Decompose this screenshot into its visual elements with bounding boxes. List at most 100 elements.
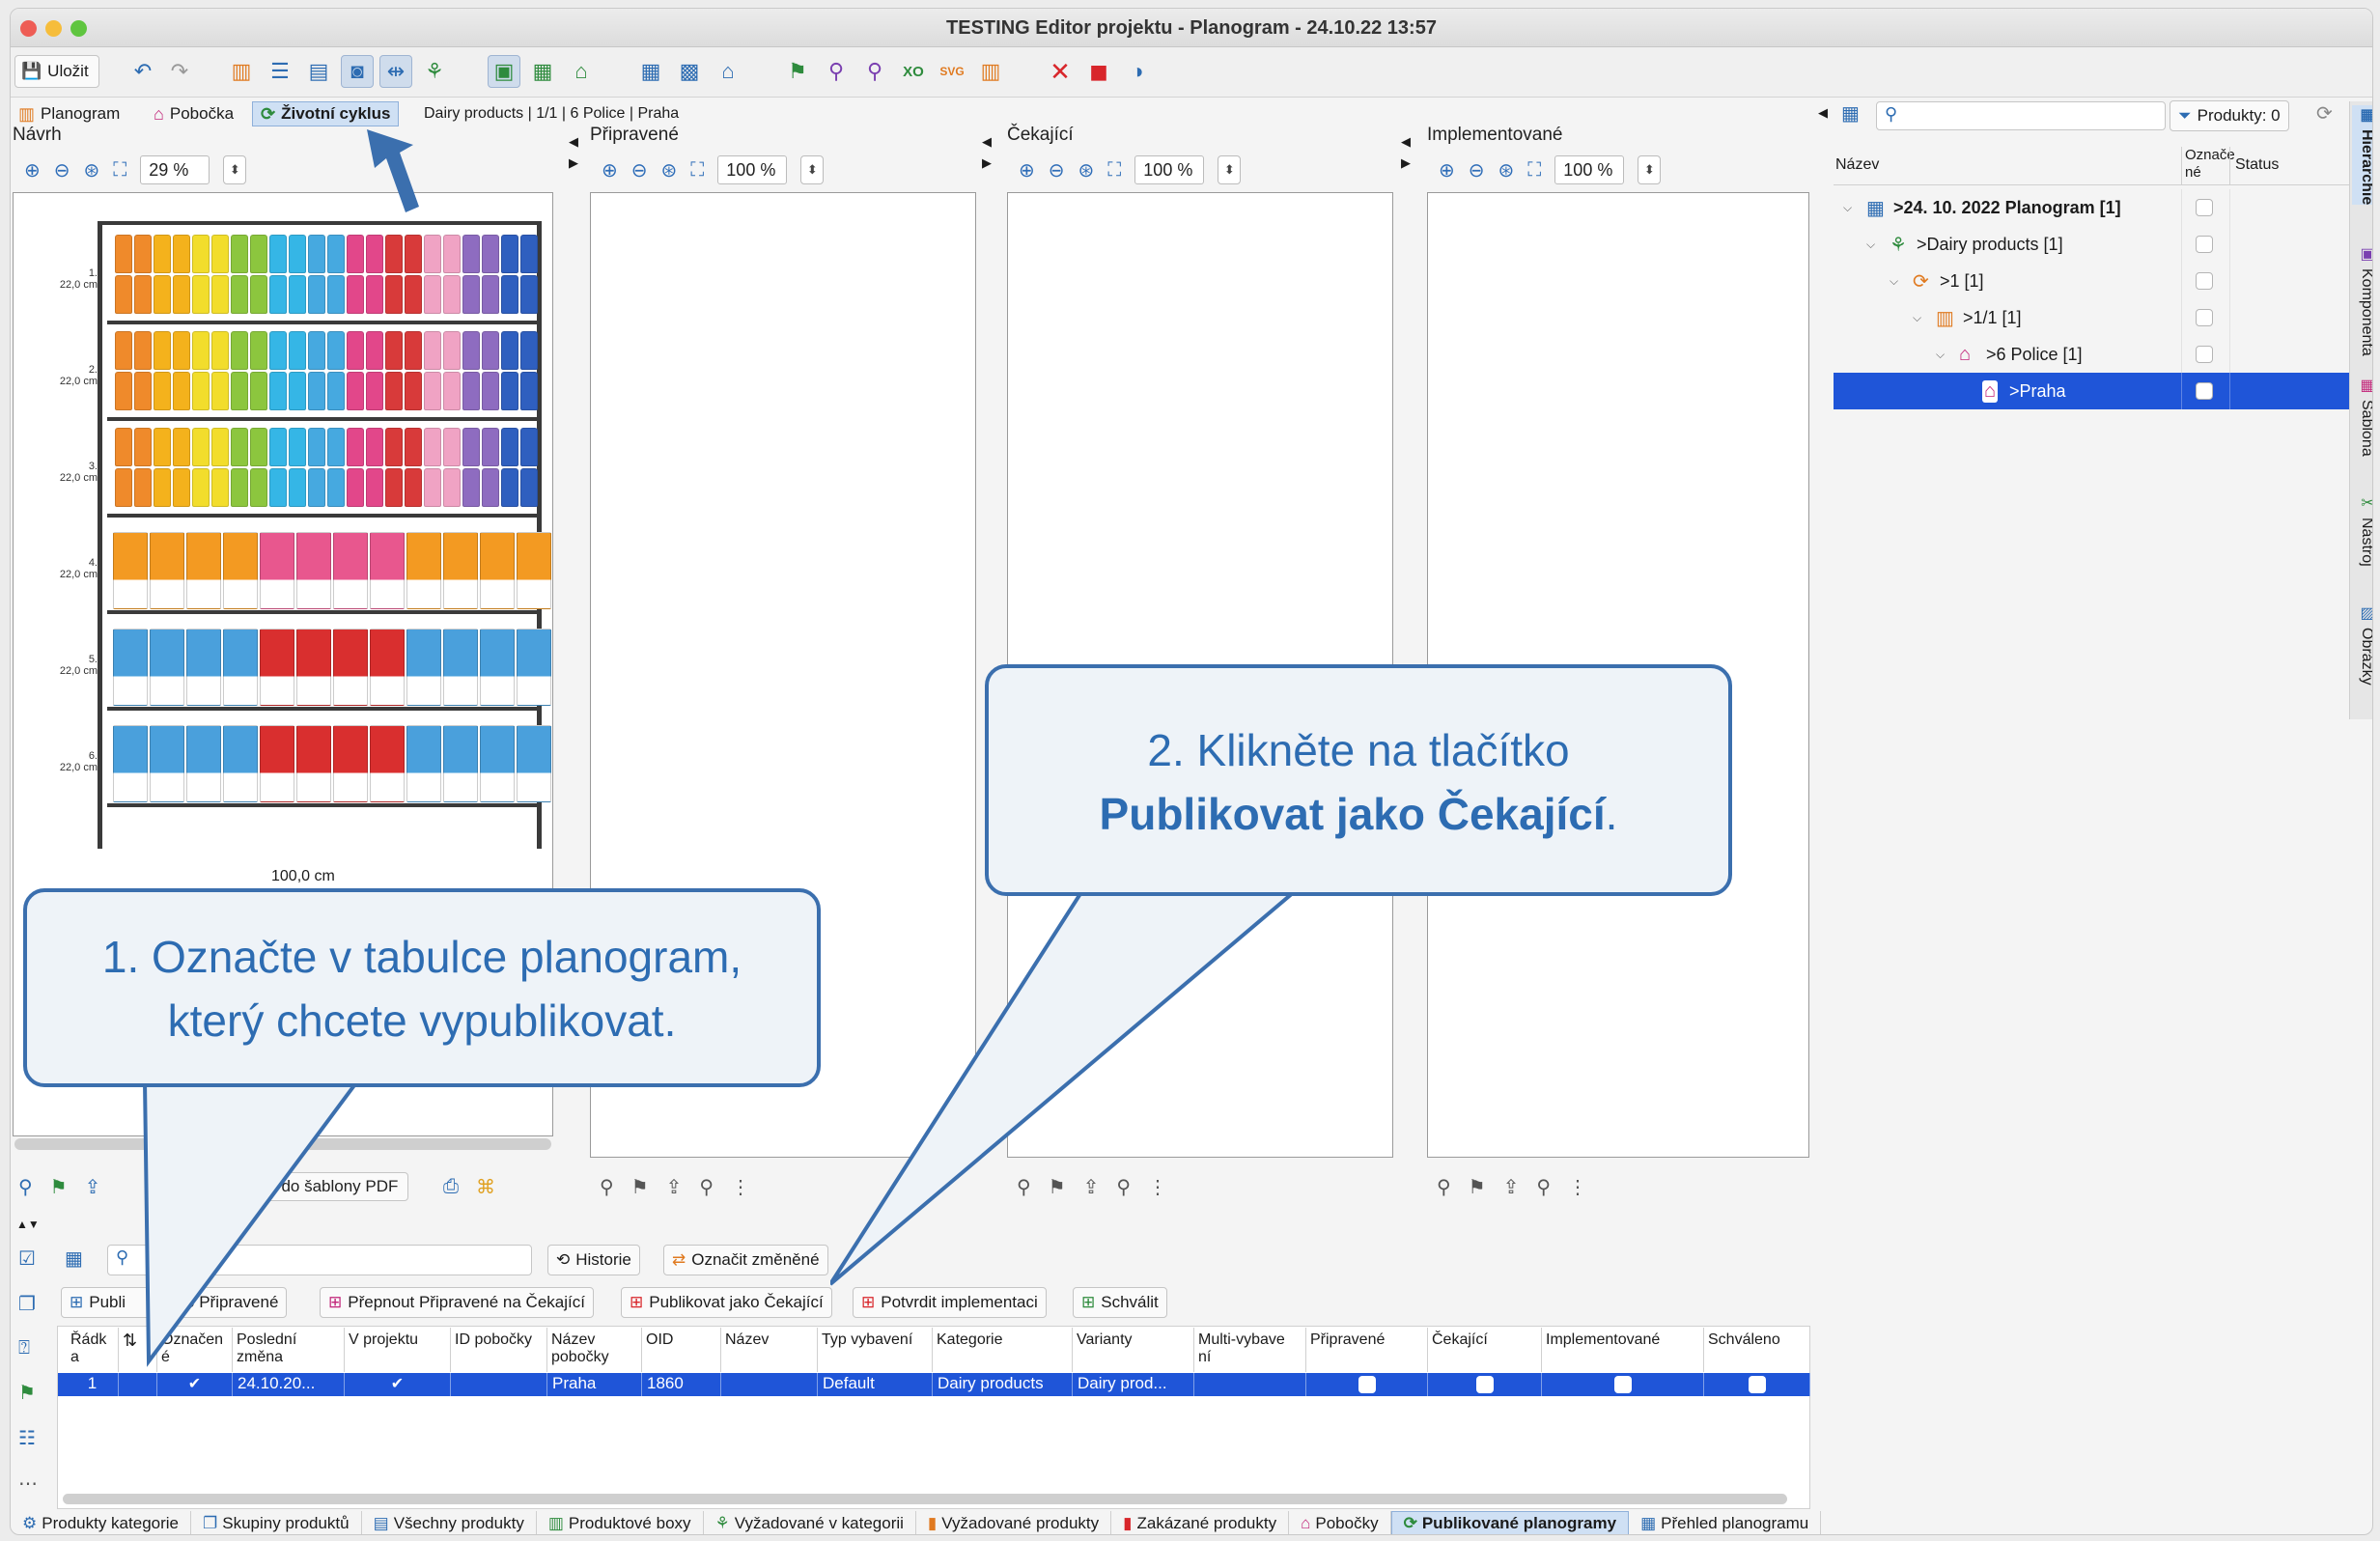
home-icon[interactable]: ⌂ bbox=[565, 55, 598, 88]
product-item[interactable] bbox=[501, 468, 518, 507]
table-header-cell[interactable]: Kategorie bbox=[933, 1328, 1073, 1372]
product-item[interactable] bbox=[231, 468, 248, 507]
table-header-cell[interactable]: Varianty bbox=[1073, 1328, 1194, 1372]
ruler-icon[interactable]: ⇹ bbox=[379, 55, 412, 88]
product-item[interactable] bbox=[211, 235, 229, 273]
product-item[interactable] bbox=[296, 629, 331, 706]
table-cell[interactable]: ✔ bbox=[157, 1373, 233, 1396]
tree-icon[interactable]: ⚘ bbox=[418, 55, 451, 88]
table-header-cell[interactable]: Implementované bbox=[1542, 1328, 1704, 1372]
product-item[interactable] bbox=[501, 428, 518, 466]
product-item[interactable] bbox=[150, 725, 184, 802]
search-icon[interactable]: ⚲ bbox=[600, 1175, 614, 1199]
product-item[interactable] bbox=[289, 428, 306, 466]
splitter-arrows-icon[interactable]: ▲▼ bbox=[16, 1218, 40, 1231]
collapse-left-icon[interactable]: ◀ bbox=[982, 134, 992, 150]
table-header-cell[interactable]: OID bbox=[642, 1328, 721, 1372]
product-item[interactable] bbox=[260, 532, 294, 609]
table-cell[interactable]: ✔ bbox=[345, 1373, 451, 1396]
zoom-reset-icon[interactable]: ⛶ bbox=[1107, 159, 1121, 182]
product-item[interactable] bbox=[289, 235, 306, 273]
product-item[interactable] bbox=[424, 235, 441, 273]
product-item[interactable] bbox=[424, 468, 441, 507]
zoom-in-icon[interactable]: ⊕ bbox=[1439, 158, 1455, 182]
col-oznacene[interactable]: Označe né bbox=[2185, 147, 2235, 182]
store-icon[interactable]: ⌂ bbox=[712, 55, 744, 88]
product-item[interactable] bbox=[462, 428, 480, 466]
expand-right-icon[interactable]: ▶ bbox=[569, 155, 578, 171]
product-item[interactable] bbox=[443, 235, 461, 273]
product-item[interactable] bbox=[173, 468, 190, 507]
product-item[interactable] bbox=[424, 372, 441, 410]
product-item[interactable] bbox=[269, 275, 287, 314]
product-item[interactable] bbox=[154, 331, 171, 370]
product-item[interactable] bbox=[443, 532, 478, 609]
bottom-tab-8[interactable]: ⟳ Publikované planogramy bbox=[1390, 1511, 1630, 1534]
product-item[interactable] bbox=[501, 372, 518, 410]
zoom-fit-icon[interactable]: ⊛ bbox=[1498, 158, 1515, 182]
tree-row-checkbox[interactable] bbox=[2196, 272, 2213, 290]
table-cell[interactable]: Default bbox=[818, 1373, 933, 1396]
more-icon[interactable]: ⋮ bbox=[1568, 1175, 1587, 1199]
chart-icon[interactable]: ⚲ bbox=[820, 55, 853, 88]
undo-icon[interactable]: ↶ bbox=[126, 55, 159, 88]
product-item[interactable] bbox=[482, 428, 499, 466]
product-item[interactable] bbox=[405, 372, 422, 410]
product-item[interactable] bbox=[134, 468, 152, 507]
table-cell[interactable] bbox=[1704, 1373, 1810, 1396]
product-item[interactable] bbox=[517, 532, 551, 609]
product-item[interactable] bbox=[154, 372, 171, 410]
product-item[interactable] bbox=[482, 235, 499, 273]
close-icon[interactable]: ✕ bbox=[1044, 55, 1077, 88]
product-item[interactable] bbox=[173, 235, 190, 273]
product-item[interactable] bbox=[211, 468, 229, 507]
tree-row[interactable]: ⌵ ▥ >1/1 [1] bbox=[1834, 299, 2350, 336]
product-item[interactable] bbox=[173, 331, 190, 370]
product-item[interactable] bbox=[260, 629, 294, 706]
side-tab-4[interactable]: ▨ Obrázky bbox=[2352, 603, 2373, 686]
product-item[interactable] bbox=[223, 725, 258, 802]
table-cell[interactable]: 24.10.20... bbox=[233, 1373, 345, 1396]
svg-icon[interactable]: SVG bbox=[936, 55, 968, 88]
product-item[interactable] bbox=[482, 468, 499, 507]
product-item[interactable] bbox=[366, 468, 383, 507]
tab-planogram[interactable]: ▥ Planogram bbox=[11, 101, 127, 126]
product-item[interactable] bbox=[211, 372, 229, 410]
product-item[interactable] bbox=[347, 235, 364, 273]
checkmark-icon[interactable]: ✔ bbox=[188, 1376, 201, 1392]
product-item[interactable] bbox=[405, 331, 422, 370]
product-item[interactable] bbox=[269, 468, 287, 507]
collapse-left-icon[interactable]: ◀ bbox=[1818, 105, 1828, 121]
product-item[interactable] bbox=[480, 532, 515, 609]
product-item[interactable] bbox=[462, 235, 480, 273]
product-item[interactable] bbox=[405, 275, 422, 314]
product-item[interactable] bbox=[211, 331, 229, 370]
product-item[interactable] bbox=[308, 275, 325, 314]
table-header-cell[interactable]: Čekající bbox=[1428, 1328, 1542, 1372]
product-item[interactable] bbox=[296, 532, 331, 609]
flag-icon[interactable]: ⚑ bbox=[18, 1381, 38, 1405]
product-item[interactable] bbox=[308, 468, 325, 507]
product-item[interactable] bbox=[134, 428, 152, 466]
product-item[interactable] bbox=[443, 629, 478, 706]
product-item[interactable] bbox=[385, 372, 403, 410]
product-item[interactable] bbox=[347, 428, 364, 466]
shelf-icon[interactable]: ▥ bbox=[974, 55, 1007, 88]
row-checkbox[interactable] bbox=[1358, 1375, 1376, 1393]
pripravene-zoom-input[interactable]: 100 % bbox=[717, 155, 788, 184]
product-item[interactable] bbox=[269, 372, 287, 410]
product-item[interactable] bbox=[308, 235, 325, 273]
product-item[interactable] bbox=[134, 331, 152, 370]
product-item[interactable] bbox=[231, 428, 248, 466]
image-icon[interactable]: ▣ bbox=[488, 55, 520, 88]
product-item[interactable] bbox=[289, 331, 306, 370]
print-icon[interactable]: ⎙ bbox=[443, 1176, 459, 1198]
grid-icon[interactable]: ▦ bbox=[526, 55, 559, 88]
export-icon[interactable]: ⇪ bbox=[1503, 1175, 1520, 1199]
redo-icon[interactable]: ↷ bbox=[163, 55, 196, 88]
product-item[interactable] bbox=[366, 428, 383, 466]
bottom-tab-9[interactable]: ▦ Přehled planogramu bbox=[1629, 1511, 1822, 1534]
col-nazev[interactable]: Název bbox=[1835, 156, 1879, 174]
product-item[interactable] bbox=[308, 428, 325, 466]
bottom-tab-0[interactable]: ⚙ Produkty kategorie bbox=[11, 1511, 191, 1534]
